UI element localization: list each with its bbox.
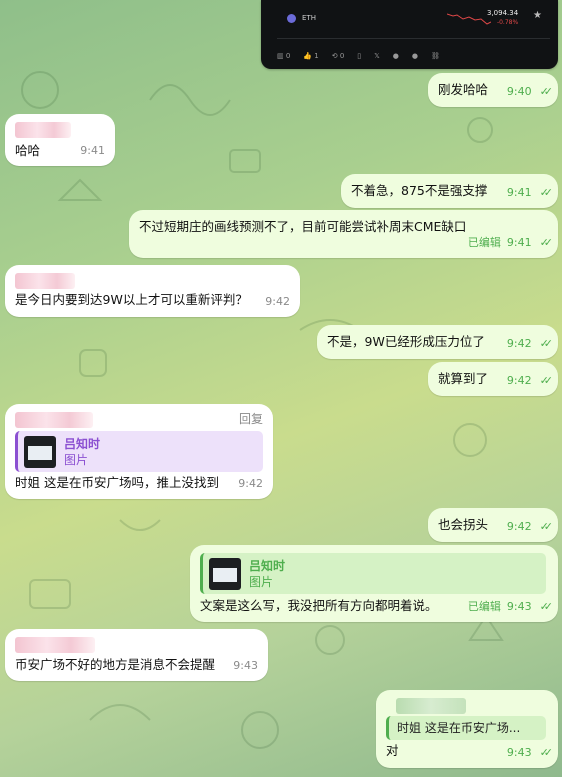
star-icon[interactable]: ★ bbox=[533, 10, 542, 21]
message-bubble[interactable]: 哈哈 9:41 bbox=[5, 114, 115, 166]
message-text: 对 bbox=[386, 743, 399, 758]
message-bubble[interactable]: 回复 吕知时 图片 时姐 这是在币安广场吗，推上没找到 9:42 bbox=[5, 404, 273, 499]
sender-name-redacted bbox=[15, 273, 75, 289]
double-check-icon: ✓✓ bbox=[539, 746, 554, 759]
reply-preview-text: 时姐 这是在币安广场... bbox=[397, 721, 521, 735]
double-check-icon: ✓✓ bbox=[539, 520, 554, 533]
price-block: 3,094.34 -0.78% bbox=[487, 8, 518, 28]
message-time: 9:42 bbox=[506, 337, 532, 350]
message-meta: 已编辑 9:41 ✓✓ bbox=[467, 234, 554, 252]
message-meta: 9:41 ✓✓ bbox=[506, 184, 554, 202]
message-text: 不过短期庄的画线预测不了，目前可能尝试补周末CME缺口 bbox=[139, 219, 467, 234]
message-bubble[interactable]: 也会拐头 9:42 ✓✓ bbox=[428, 508, 558, 542]
chart-icon[interactable]: ▥ 0 bbox=[277, 52, 290, 60]
link-icon[interactable]: ⛓ bbox=[431, 52, 440, 60]
reply-quote[interactable]: 时姐 这是在币安广场... bbox=[386, 716, 546, 740]
message-text: 是今日内要到达9W以上才可以重新评判？ bbox=[15, 292, 248, 307]
bookmark-icon[interactable]: ▯ bbox=[357, 52, 361, 60]
message-bubble[interactable]: 时姐 这是在币安广场... 对 9:43 ✓✓ bbox=[376, 690, 558, 768]
reply-sender-name: 吕知时 bbox=[64, 436, 101, 451]
whatsapp-icon[interactable]: ● bbox=[412, 52, 418, 60]
sender-name-redacted bbox=[15, 122, 71, 138]
reply-quote[interactable]: 吕知时 图片 bbox=[200, 553, 546, 594]
reply-thumbnail bbox=[24, 435, 56, 468]
message-time: 9:43 bbox=[506, 746, 532, 759]
message-time: 9:42 bbox=[506, 520, 532, 533]
divider bbox=[277, 38, 550, 39]
coin-ticker-row: ETH 3,094.34 -0.78% ★ bbox=[287, 8, 542, 28]
message-meta: 9:43 bbox=[233, 657, 258, 675]
message-meta: 9:40 ✓✓ bbox=[506, 83, 554, 101]
message-text: 时姐 这是在币安广场吗，推上没找到 bbox=[15, 475, 219, 490]
reply-sender-name: 吕知时 bbox=[249, 558, 286, 573]
message-time: 9:42 bbox=[506, 374, 532, 387]
double-check-icon: ✓✓ bbox=[539, 337, 554, 350]
tweet-action-bar: ▥ 0 👍 1 ⟲ 0 ▯ 𝕏 ● ● ⛓ bbox=[277, 52, 440, 60]
message-time: 9:42 bbox=[265, 295, 290, 308]
coin-label: ETH bbox=[302, 14, 316, 22]
double-check-icon: ✓✓ bbox=[539, 186, 554, 199]
message-meta: 已编辑 9:43 ✓✓ bbox=[467, 598, 554, 616]
message-meta: 9:42 bbox=[238, 475, 263, 493]
double-check-icon: ✓✓ bbox=[539, 85, 554, 98]
sender-name-redacted bbox=[396, 698, 466, 714]
message-time: 9:43 bbox=[506, 600, 532, 613]
reply-media-label: 图片 bbox=[64, 452, 89, 467]
double-check-icon: ✓✓ bbox=[539, 236, 554, 249]
message-text: 币安广场不好的地方是消息不会提醒 bbox=[15, 657, 216, 672]
message-time: 9:41 bbox=[506, 236, 532, 249]
message-text: 不着急，875不是强支撑 bbox=[351, 183, 488, 198]
reposts-count: 0 bbox=[339, 52, 345, 60]
price-sparkline bbox=[447, 13, 491, 25]
reply-thumbnail bbox=[209, 557, 241, 590]
message-bubble[interactable]: 吕知时 图片 文案是这么写，我没把所有方向都明着说。 已编辑 9:43 ✓✓ bbox=[190, 545, 558, 622]
sender-name-redacted bbox=[15, 637, 95, 653]
x-icon[interactable]: 𝕏 bbox=[374, 52, 380, 60]
message-time: 9:41 bbox=[506, 186, 532, 199]
message-meta: 9:42 ✓✓ bbox=[506, 335, 554, 353]
reply-label[interactable]: 回复 bbox=[239, 410, 263, 428]
message-bubble[interactable]: 就算到了 9:42 ✓✓ bbox=[428, 362, 558, 396]
message-meta: 9:42 ✓✓ bbox=[506, 372, 554, 390]
tweet-embed-card[interactable]: ETH 3,094.34 -0.78% ★ ▥ 0 👍 1 ⟲ 0 ▯ 𝕏 ● … bbox=[261, 0, 558, 69]
message-time: 9:41 bbox=[80, 144, 105, 157]
message-bubble[interactable]: 是今日内要到达9W以上才可以重新评判？ 9:42 bbox=[5, 265, 300, 317]
views-count: 0 bbox=[285, 52, 291, 60]
message-time: 9:42 bbox=[238, 477, 263, 490]
reply-quote[interactable]: 吕知时 图片 bbox=[15, 431, 263, 472]
edited-label: 已编辑 bbox=[467, 600, 501, 613]
double-check-icon: ✓✓ bbox=[539, 374, 554, 387]
message-meta: 9:43 ✓✓ bbox=[506, 744, 554, 762]
message-text: 文案是这么写，我没把所有方向都明着说。 bbox=[200, 598, 438, 613]
edited-label: 已编辑 bbox=[467, 236, 501, 249]
message-time: 9:40 bbox=[506, 85, 532, 98]
message-time: 9:43 bbox=[233, 659, 258, 672]
price-value: 3,094.34 bbox=[487, 9, 519, 17]
message-bubble[interactable]: 不过短期庄的画线预测不了，目前可能尝试补周末CME缺口 已编辑 9:41 ✓✓ bbox=[129, 210, 558, 258]
message-meta: 9:42 bbox=[265, 293, 290, 311]
reply-media-label: 图片 bbox=[249, 574, 274, 589]
eth-icon bbox=[287, 13, 296, 23]
like-icon[interactable]: 👍 1 bbox=[303, 52, 318, 60]
message-text: 刚发哈哈 bbox=[438, 82, 489, 97]
message-text: 也会拐头 bbox=[438, 517, 489, 532]
message-text: 就算到了 bbox=[438, 371, 489, 386]
sender-name-redacted bbox=[15, 412, 93, 428]
repost-icon[interactable]: ⟲ 0 bbox=[332, 52, 345, 60]
price-change: -0.78% bbox=[496, 19, 519, 26]
double-check-icon: ✓✓ bbox=[539, 600, 554, 613]
message-meta: 9:41 bbox=[80, 142, 105, 160]
message-text: 哈哈 bbox=[15, 143, 41, 158]
message-meta: 9:42 ✓✓ bbox=[506, 518, 554, 536]
message-bubble[interactable]: 不是，9W已经形成压力位了 9:42 ✓✓ bbox=[317, 325, 558, 359]
message-text: 不是，9W已经形成压力位了 bbox=[327, 334, 485, 349]
telegram-icon[interactable]: ● bbox=[393, 52, 399, 60]
message-bubble[interactable]: 刚发哈哈 9:40 ✓✓ bbox=[428, 73, 558, 107]
message-bubble[interactable]: 不着急，875不是强支撑 9:41 ✓✓ bbox=[341, 174, 558, 208]
message-bubble[interactable]: 币安广场不好的地方是消息不会提醒 9:43 bbox=[5, 629, 268, 681]
likes-count: 1 bbox=[314, 52, 319, 60]
